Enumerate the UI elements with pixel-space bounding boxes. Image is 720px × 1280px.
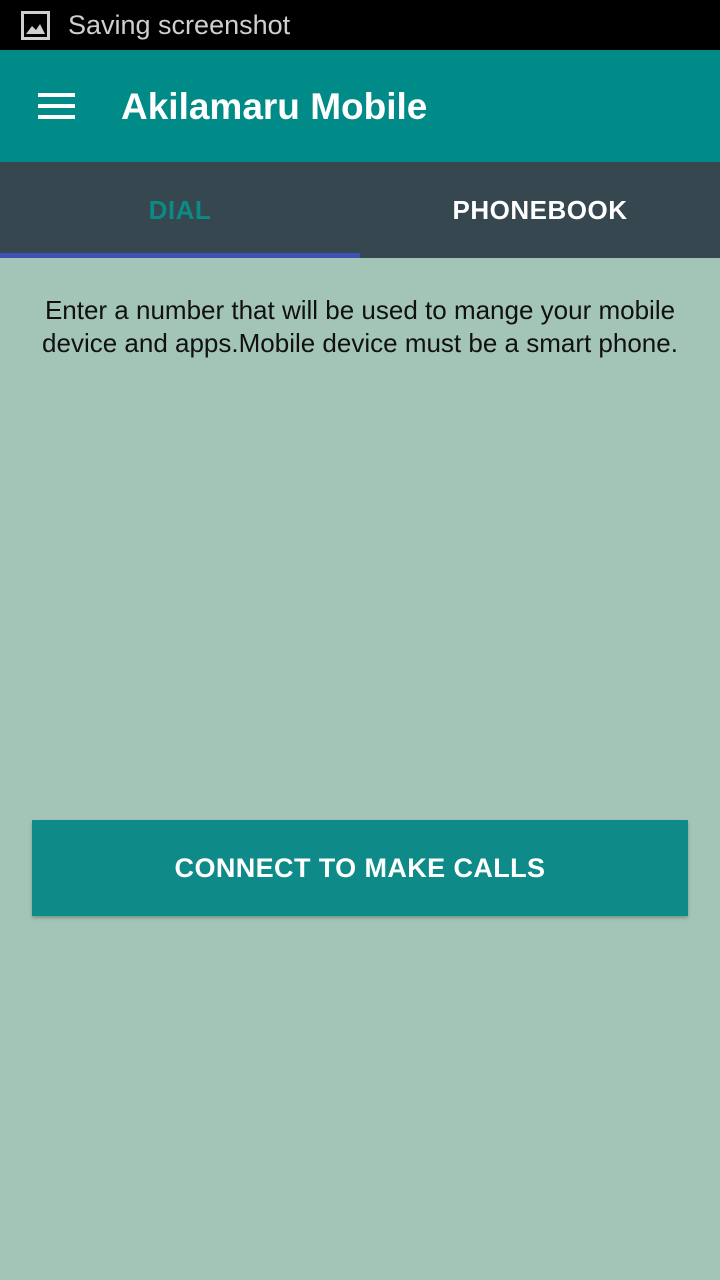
tab-phonebook[interactable]: PHONEBOOK [360, 162, 720, 258]
tab-phonebook-label: PHONEBOOK [452, 194, 628, 225]
tab-dial[interactable]: DIAL [0, 162, 360, 258]
status-text: Saving screenshot [68, 10, 291, 40]
connect-button[interactable]: CONNECT TO MAKE CALLS [32, 820, 688, 916]
app-bar: Akilamaru Mobile [0, 50, 720, 162]
status-bar: Saving screenshot [0, 0, 720, 50]
instructions-text: Enter a number that will be used to mang… [42, 295, 678, 358]
tab-selected-indicator [0, 253, 360, 258]
image-icon [21, 11, 50, 40]
menu-button[interactable] [22, 76, 90, 136]
tab-bar: DIAL PHONEBOOK [0, 162, 720, 258]
tab-dial-label: DIAL [148, 194, 212, 225]
hamburger-menu-icon [38, 93, 75, 119]
app-title: Akilamaru Mobile [121, 86, 428, 127]
connect-button-label: CONNECT TO MAKE CALLS [174, 852, 546, 883]
